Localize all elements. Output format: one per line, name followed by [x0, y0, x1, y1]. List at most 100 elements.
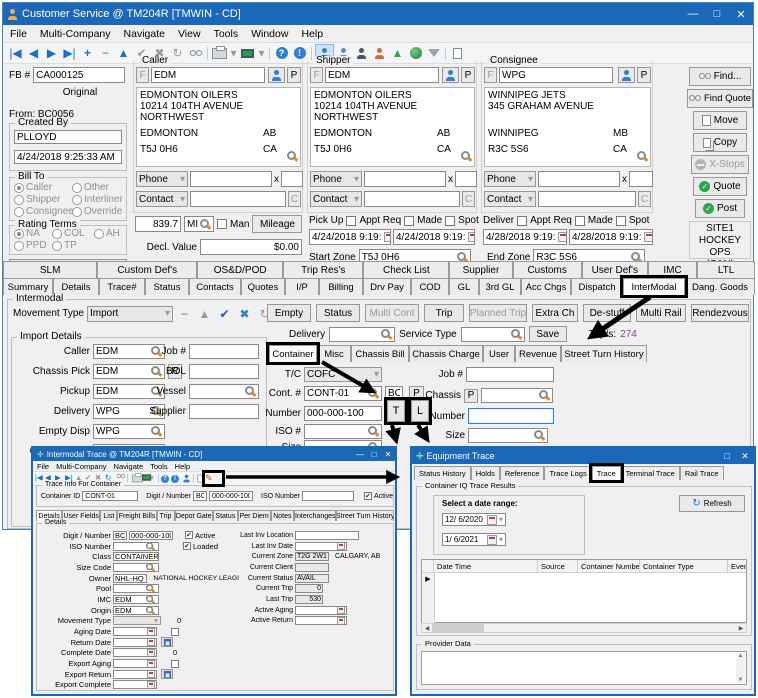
job-input[interactable] — [189, 344, 259, 359]
tree-up-icon[interactable]: ▲ — [389, 45, 406, 62]
lookup-icon[interactable] — [146, 563, 155, 572]
last-inv-location-input[interactable] — [295, 531, 359, 540]
move-button[interactable]: Move — [693, 111, 747, 130]
shipper-code-input[interactable] — [325, 67, 439, 83]
tab-custom-defs[interactable]: Custom Def's — [97, 261, 197, 278]
tab-chassis-charge[interactable]: Chassis Charge — [409, 345, 483, 362]
tab-drv-pay[interactable]: Drv Pay — [363, 278, 411, 295]
size-code-input[interactable] — [113, 563, 159, 572]
titlebar[interactable]: ✛ Intermodal Trace @ TM204R [TMWIN - CD]… — [33, 448, 395, 461]
maximize-button[interactable]: □ — [718, 448, 736, 464]
first-record-icon[interactable]: |◀ — [7, 45, 24, 62]
clock-icon[interactable] — [558, 232, 567, 242]
number-input[interactable] — [209, 491, 253, 501]
active-aging-input[interactable] — [295, 606, 347, 615]
tab-per-diem[interactable]: Per Diem — [238, 510, 271, 521]
post-button[interactable]: ✓Post — [695, 199, 745, 218]
calendar-icon[interactable] — [147, 638, 155, 646]
active-checkbox[interactable] — [185, 531, 193, 539]
maximize-button[interactable]: □ — [705, 3, 729, 25]
export-aging-input[interactable] — [113, 659, 157, 668]
terminal-dropdown-icon[interactable]: ▾ — [257, 45, 266, 62]
save-button[interactable]: Save — [529, 326, 567, 342]
export-complete-input[interactable] — [113, 680, 157, 689]
tab-imc[interactable]: IMC — [648, 261, 697, 278]
phone-ext-input[interactable] — [629, 171, 653, 187]
col-event-type[interactable]: Event Ty — [728, 560, 746, 573]
deliver-spot-checkbox[interactable] — [616, 216, 626, 226]
menu-navigate[interactable]: Navigate — [114, 462, 144, 471]
menu-navigate[interactable]: Navigate — [124, 28, 165, 40]
copy-button[interactable]: Copy — [693, 133, 747, 152]
status-button[interactable]: Status — [316, 304, 360, 322]
tab-notes[interactable]: Notes — [271, 510, 295, 521]
lookup-icon[interactable] — [146, 542, 155, 551]
tab-gl[interactable]: GL — [449, 278, 479, 295]
calendar-icon[interactable] — [487, 515, 497, 525]
tab-status[interactable]: Status — [145, 278, 189, 295]
imc-input[interactable]: EDM — [113, 595, 159, 604]
aging-checkbox[interactable] — [171, 628, 179, 636]
clock-icon[interactable] — [384, 232, 391, 242]
caller-code-input[interactable] — [151, 67, 265, 83]
export-return-input[interactable] — [113, 670, 157, 679]
de-stuff-button[interactable]: De-stuff — [583, 304, 631, 322]
info-icon[interactable]: ! — [291, 45, 308, 62]
tab-osd-pod[interactable]: OS&D/POD — [197, 261, 283, 278]
address-lookup-icon[interactable] — [637, 151, 648, 162]
vessel-input[interactable] — [189, 384, 259, 399]
lookup-icon[interactable] — [368, 388, 379, 399]
contact-type-select[interactable]: Contact▾ — [136, 191, 188, 207]
help-icon[interactable]: ? — [273, 45, 290, 62]
tab-trip-res[interactable]: Trip Res's — [283, 261, 363, 278]
col-date-time[interactable]: Date Time — [434, 560, 538, 573]
lookup-icon[interactable] — [368, 426, 379, 437]
user-icon[interactable] — [181, 473, 191, 484]
pickup-date-early[interactable]: 4/24/2018 9:19: — [309, 229, 391, 245]
print-icon[interactable] — [130, 473, 140, 484]
tab-depot-gate[interactable]: Depot Gate — [175, 510, 213, 521]
calendar-icon[interactable] — [337, 617, 345, 625]
menu-file[interactable]: File — [37, 462, 49, 471]
rating-radio-tp[interactable] — [52, 241, 62, 251]
tab-trace-logs[interactable]: Trace Logs — [544, 466, 591, 480]
shipper-person-button[interactable] — [442, 67, 459, 83]
minimize-button[interactable]: — — [681, 3, 705, 25]
tab-rail-trace[interactable]: Rail Trace — [680, 466, 724, 480]
lookup-icon[interactable] — [146, 595, 155, 604]
tab-trip[interactable]: Trip — [157, 510, 175, 521]
lookup-icon[interactable] — [511, 329, 522, 340]
print-dropdown-icon[interactable]: ▾ — [229, 45, 238, 62]
number-input[interactable] — [129, 531, 173, 540]
pickup-spot-checkbox[interactable] — [445, 216, 455, 226]
menu-view[interactable]: View — [178, 28, 201, 40]
t-button[interactable]: T — [387, 400, 405, 422]
export-return-save-button[interactable] — [161, 669, 173, 679]
tab-freight-bills[interactable]: Freight Bills — [117, 510, 156, 521]
minimize-button[interactable]: — — [353, 448, 367, 461]
help-icon[interactable]: ? — [161, 473, 171, 484]
close-button[interactable]: ✕ — [381, 448, 395, 461]
maximize-button[interactable]: □ — [367, 448, 381, 461]
consignee-person-button[interactable] — [618, 67, 635, 83]
deliver-date-early[interactable]: 4/28/2018 9:19: — [483, 229, 567, 245]
phone-type-select[interactable]: Phone▾ — [136, 171, 188, 187]
clock-icon[interactable] — [644, 232, 653, 242]
digit-input[interactable] — [193, 491, 207, 501]
tab-trace[interactable]: Trace — [592, 466, 621, 480]
calendar-icon[interactable] — [147, 649, 155, 657]
lookup-icon[interactable] — [151, 426, 162, 437]
terminal-icon[interactable] — [239, 45, 256, 62]
contact-input[interactable] — [538, 191, 636, 207]
rating-radio-ah[interactable] — [94, 229, 104, 239]
driver-icon[interactable] — [371, 45, 388, 62]
x-stops-button[interactable]: X-Stops — [691, 155, 749, 174]
tab-list[interactable]: List — [100, 510, 117, 521]
phone-input[interactable] — [364, 171, 446, 187]
fb-input[interactable] — [33, 67, 125, 83]
contact-input[interactable] — [364, 191, 460, 207]
iso-input[interactable] — [304, 424, 382, 439]
lookup-icon[interactable] — [381, 329, 392, 340]
aging-date-input[interactable] — [113, 627, 157, 636]
tab-user[interactable]: User — [483, 345, 515, 362]
